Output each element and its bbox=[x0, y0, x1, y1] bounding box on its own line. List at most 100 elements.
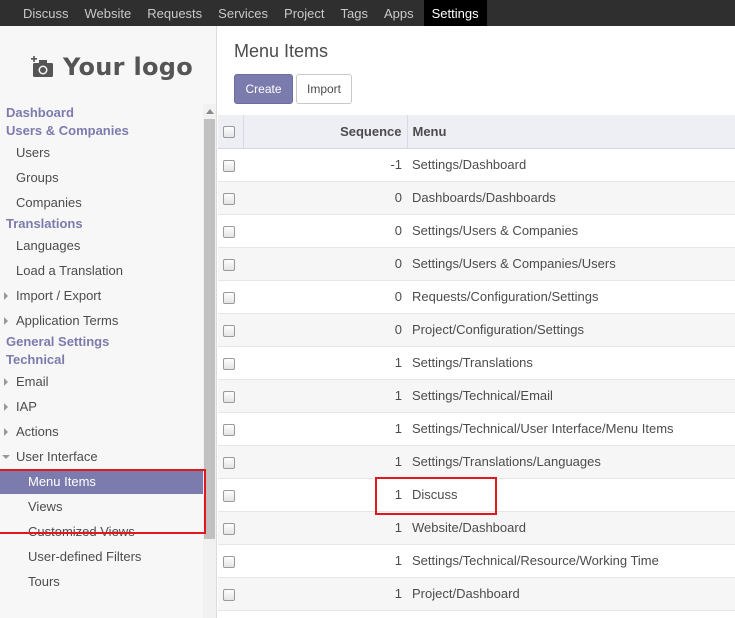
row-checkbox-cell[interactable] bbox=[218, 478, 243, 512]
row-checkbox[interactable] bbox=[223, 423, 235, 436]
caret-right-icon bbox=[4, 378, 8, 386]
topnav-item-services[interactable]: Services bbox=[210, 0, 276, 26]
select-all-checkbox[interactable] bbox=[223, 126, 235, 139]
row-checkbox-cell[interactable] bbox=[218, 247, 243, 281]
row-checkbox[interactable] bbox=[223, 159, 235, 172]
row-checkbox-cell[interactable] bbox=[218, 577, 243, 611]
table-row[interactable]: 0 Settings/Users & Companies/Users bbox=[218, 247, 735, 281]
column-header-sequence[interactable]: Sequence bbox=[242, 115, 408, 149]
row-checkbox-cell[interactable] bbox=[218, 412, 243, 446]
caret-right-icon bbox=[4, 317, 8, 325]
topnav-item-project[interactable]: Project bbox=[276, 0, 332, 26]
table-row[interactable]: 1 Settings/Translations/Languages bbox=[218, 445, 735, 479]
sidebar-item-views[interactable]: Views bbox=[0, 494, 203, 519]
row-checkbox[interactable] bbox=[223, 357, 235, 370]
sidebar-section-technical[interactable]: Technical bbox=[0, 351, 203, 369]
row-checkbox-cell[interactable] bbox=[218, 181, 243, 215]
table-row[interactable]: 0 Dashboards/Dashboards bbox=[218, 181, 735, 215]
topnav-item-discuss[interactable]: Discuss bbox=[0, 0, 77, 26]
table-row[interactable]: 1 Website/Dashboard bbox=[218, 511, 735, 545]
company-logo[interactable]: Your logo bbox=[31, 50, 193, 84]
table-row[interactable]: 1 Settings/Translations bbox=[218, 346, 735, 380]
sidebar-item-user-defined-filters[interactable]: User-defined Filters bbox=[0, 544, 203, 569]
top-navbar: Discuss Website Requests Services Project Tag… bbox=[0, 0, 735, 26]
create-button[interactable]: Create bbox=[234, 74, 293, 104]
topnav-item-website[interactable]: Website bbox=[77, 0, 140, 26]
sidebar-item-import-export[interactable]: Import / Export bbox=[0, 283, 203, 308]
import-button[interactable]: Import bbox=[296, 74, 352, 104]
row-checkbox-cell[interactable] bbox=[218, 544, 243, 578]
table-row[interactable]: 1 Project/Dashboard bbox=[218, 577, 735, 611]
topnav-item-apps[interactable]: Apps bbox=[376, 0, 422, 26]
sidebar-item-label: Dashboard bbox=[6, 105, 74, 120]
sidebar-item-languages[interactable]: Languages bbox=[0, 233, 203, 258]
sidebar-section-dashboard[interactable]: Dashboard bbox=[0, 104, 203, 122]
scroll-up-arrow-icon[interactable] bbox=[206, 109, 214, 114]
sidebar-item-label: Users & Companies bbox=[6, 123, 129, 138]
row-checkbox-cell[interactable] bbox=[218, 511, 243, 545]
camera-icon bbox=[31, 56, 53, 77]
sidebar-item-users[interactable]: Users bbox=[0, 140, 203, 165]
sidebar-item-email[interactable]: Email bbox=[0, 369, 203, 394]
sidebar-item-companies[interactable]: Companies bbox=[0, 190, 203, 215]
logo-text: Your logo bbox=[63, 53, 194, 81]
sidebar-item-actions[interactable]: Actions bbox=[0, 419, 203, 444]
select-all-checkbox-cell[interactable] bbox=[218, 115, 243, 149]
sidebar-item-load-a-translation[interactable]: Load a Translation bbox=[0, 258, 203, 283]
cell-sequence: 1 bbox=[243, 346, 407, 380]
row-checkbox-cell[interactable] bbox=[218, 313, 243, 347]
table-row[interactable]: -1 Settings/Dashboard bbox=[218, 148, 735, 182]
table-row[interactable]: 1 Settings/Technical/Resource/Working Tim… bbox=[218, 544, 735, 578]
sidebar-item-application-terms[interactable]: Application Terms bbox=[0, 308, 203, 333]
row-checkbox[interactable] bbox=[223, 225, 235, 238]
table-row[interactable]: 0 Project/Configuration/Settings bbox=[218, 313, 735, 347]
row-checkbox-cell[interactable] bbox=[218, 379, 243, 413]
sidebar-item-label: Application Terms bbox=[16, 313, 119, 328]
row-checkbox[interactable] bbox=[223, 489, 235, 502]
cell-menu: Website/Dashboard bbox=[407, 511, 735, 545]
row-checkbox[interactable] bbox=[223, 522, 235, 535]
table-row[interactable]: 0 Settings/Users & Companies bbox=[218, 214, 735, 248]
table-row[interactable]: 1 Settings/Technical/User Interface/Menu … bbox=[218, 412, 735, 446]
sidebar-item-label: Companies bbox=[16, 195, 82, 210]
row-checkbox[interactable] bbox=[223, 192, 235, 205]
column-header-menu[interactable]: Menu bbox=[407, 115, 735, 149]
row-checkbox[interactable] bbox=[223, 555, 235, 568]
sidebar-item-menu-items[interactable]: Menu Items bbox=[0, 469, 203, 494]
row-checkbox[interactable] bbox=[223, 456, 235, 469]
sidebar: Your logo Dashboard Users & Companies User… bbox=[0, 26, 217, 618]
topnav-item-settings[interactable]: Settings bbox=[423, 0, 487, 26]
table-row[interactable]: 1 Settings/Technical/Email bbox=[218, 379, 735, 413]
cell-menu: Settings/Users & Companies/Users bbox=[407, 247, 735, 281]
row-checkbox[interactable] bbox=[223, 291, 235, 304]
row-checkbox[interactable] bbox=[223, 390, 235, 403]
sidebar-section-general-settings[interactable]: General Settings bbox=[0, 333, 203, 351]
sidebar-item-user-interface[interactable]: User Interface bbox=[0, 444, 203, 469]
row-checkbox-cell[interactable] bbox=[218, 346, 243, 380]
cell-sequence: 1 bbox=[243, 511, 407, 545]
row-checkbox-cell[interactable] bbox=[218, 148, 243, 182]
row-checkbox-cell[interactable] bbox=[218, 214, 243, 248]
sidebar-scrollbar-thumb[interactable] bbox=[204, 119, 215, 539]
sidebar-item-customized-views[interactable]: Customized Views bbox=[0, 519, 203, 544]
sidebar-item-label: Languages bbox=[16, 238, 81, 253]
row-checkbox[interactable] bbox=[223, 258, 235, 271]
topnav-item-requests[interactable]: Requests bbox=[139, 0, 210, 26]
cell-menu: Settings/Technical/Resource/Working Time bbox=[407, 544, 735, 578]
sidebar-item-groups[interactable]: Groups bbox=[0, 165, 203, 190]
page-title: Menu Items bbox=[234, 41, 329, 61]
sidebar-item-label: IAP bbox=[16, 399, 37, 414]
row-checkbox[interactable] bbox=[223, 324, 235, 337]
sidebar-item-tours[interactable]: Tours bbox=[0, 569, 203, 594]
table-row[interactable]: 1 Discuss bbox=[218, 478, 735, 512]
sidebar-section-translations[interactable]: Translations bbox=[0, 215, 203, 233]
sidebar-item-iap[interactable]: IAP bbox=[0, 394, 203, 419]
row-checkbox[interactable] bbox=[223, 588, 235, 601]
row-checkbox-cell[interactable] bbox=[218, 280, 243, 314]
table-row[interactable]: 0 Requests/Configuration/Settings bbox=[218, 280, 735, 314]
row-checkbox-cell[interactable] bbox=[218, 445, 243, 479]
topnav-item-tags[interactable]: Tags bbox=[333, 0, 376, 26]
sidebar-item-label: Load a Translation bbox=[16, 263, 123, 278]
sidebar-section-users-companies[interactable]: Users & Companies bbox=[0, 122, 203, 140]
cell-menu: Settings/Users & Companies bbox=[407, 214, 735, 248]
